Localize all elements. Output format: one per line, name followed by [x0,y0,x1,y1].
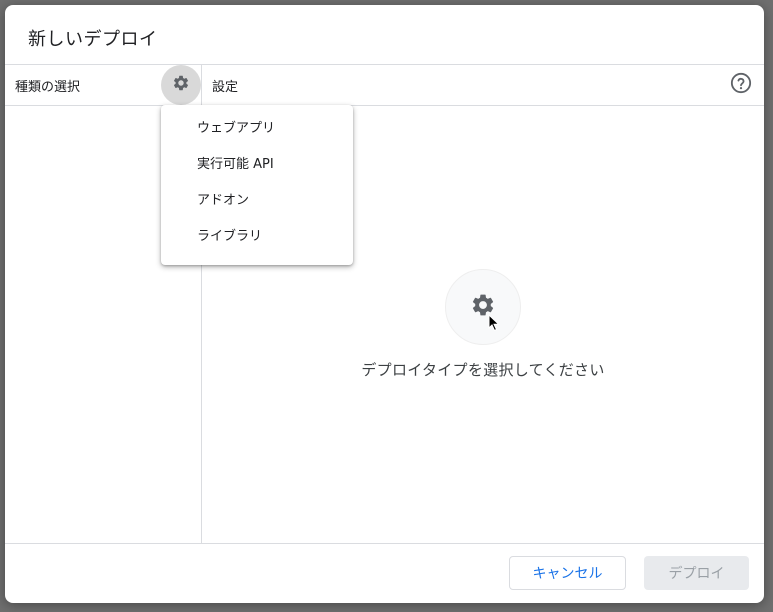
menu-item-library[interactable]: ライブラリ [161,219,353,255]
mouse-cursor-icon [488,313,500,336]
menu-item-web-app[interactable]: ウェブアプリ [161,111,353,147]
background-editor-right-edge [765,90,773,330]
help-button[interactable] [729,72,753,98]
menu-item-executable-api[interactable]: 実行可能 API [161,147,353,183]
gear-icon [172,74,190,96]
deploy-button: デプロイ [644,556,749,590]
cancel-button[interactable]: キャンセル [509,556,626,590]
dialog-title: 新しいデプロイ [28,29,158,50]
settings-label: 設定 [212,80,239,95]
menu-item-add-on[interactable]: アドオン [161,183,353,219]
select-type-label: 種類の選択 [15,80,81,95]
deployment-type-menu: ウェブアプリ 実行可能 API アドオン ライブラリ [161,105,353,265]
select-type-gear-button[interactable] [161,65,201,105]
help-circle-icon [730,72,752,98]
header-divider [5,64,764,65]
footer-divider [5,543,764,544]
new-deployment-dialog: 新しいデプロイ 種類の選択 設定 デプロイタイプを選択してください ウェブアプリ… [5,5,764,603]
column-header-divider [5,105,764,106]
placeholder-icon-circle [445,269,521,345]
select-deploy-type-message: デプロイタイプを選択してください [361,361,605,379]
